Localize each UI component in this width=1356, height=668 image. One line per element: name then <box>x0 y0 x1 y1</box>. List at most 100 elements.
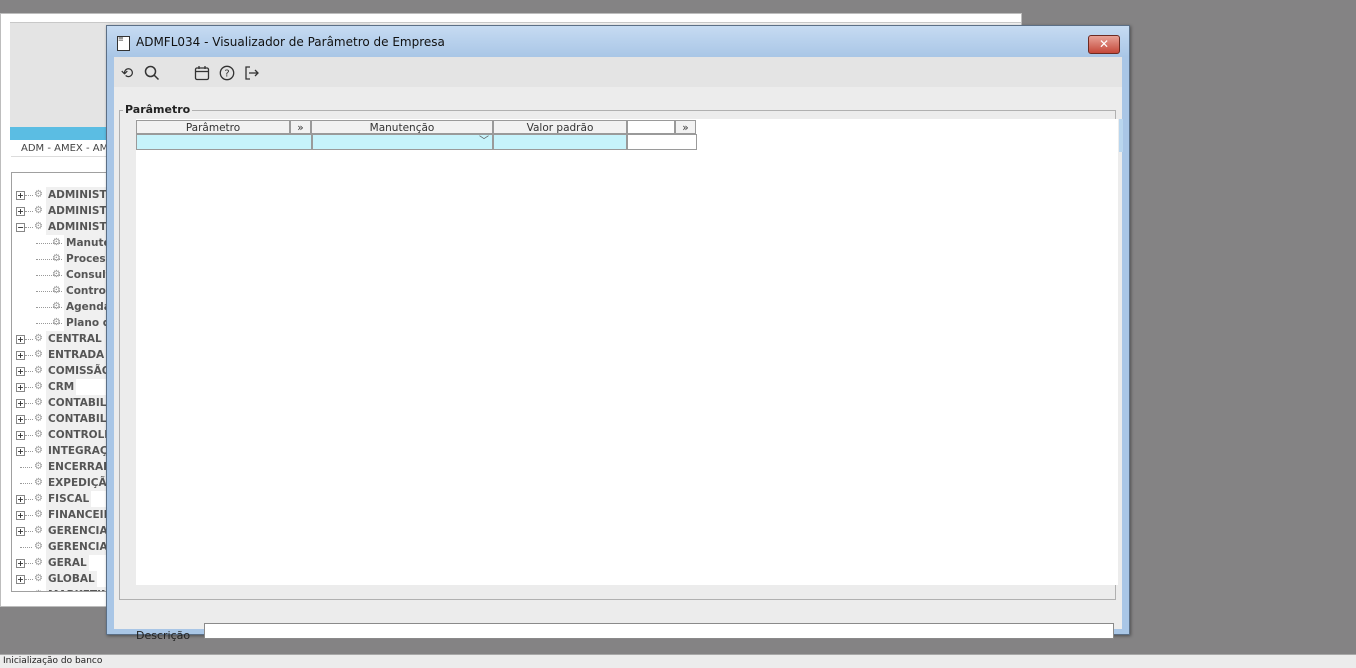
expand-icon[interactable]: + <box>16 495 25 504</box>
tree-connector <box>25 419 33 420</box>
tree-connector <box>25 339 33 340</box>
tree-connector <box>25 371 33 372</box>
gear-icon: ⚙ <box>52 237 61 248</box>
gear-icon: ⚙ <box>34 205 43 216</box>
column-header-manutencao[interactable]: Manutenção <box>311 120 493 134</box>
gear-icon: ⚙ <box>34 541 43 552</box>
tree-connector <box>25 403 33 404</box>
collapse-icon[interactable]: − <box>16 223 25 232</box>
exit-button[interactable] <box>242 63 262 83</box>
tree-connector <box>20 467 32 468</box>
search-button[interactable] <box>142 63 162 83</box>
expand-icon[interactable]: + <box>16 399 25 408</box>
gear-icon: ⚙ <box>34 590 44 592</box>
tree-connector <box>25 563 33 564</box>
gear-icon: ⚙ <box>52 269 61 280</box>
exit-icon <box>245 66 259 80</box>
gear-icon: ⚙ <box>34 221 43 232</box>
tree-item-label: CONTROLE <box>46 427 114 443</box>
dialog-client: ⟲ ? Parâmetro Parâmetro » Manutenção Val… <box>114 57 1123 642</box>
grid-scroll-strip <box>1119 119 1123 152</box>
gear-icon: ⚙ <box>34 349 43 360</box>
expand-icon[interactable]: + <box>16 351 25 360</box>
help-button[interactable]: ? <box>217 63 237 83</box>
description-label: Descrição <box>136 629 191 642</box>
column-expand-button-right[interactable]: » <box>675 120 696 134</box>
tree-item-label: COMISSÃO <box>46 363 113 379</box>
tree-connector <box>25 515 33 516</box>
tree-item-label: GERAL <box>46 555 89 571</box>
tree-connector <box>25 211 33 212</box>
parameter-grid[interactable]: Parâmetro » Manutenção Valor padrão » ﹀ <box>136 119 1118 585</box>
tree-item-label: FISCAL <box>46 491 92 507</box>
search-icon <box>144 65 160 81</box>
dialog-title: ADMFL034 - Visualizador de Parâmetro de … <box>136 35 445 49</box>
toolbar: ⟲ ? <box>114 57 1122 87</box>
expand-icon[interactable]: + <box>16 527 25 536</box>
expand-icon[interactable]: + <box>16 559 25 568</box>
gear-icon: ⚙ <box>34 461 43 472</box>
column-header-parametro[interactable]: Parâmetro <box>136 120 290 134</box>
column-expand-button[interactable]: » <box>290 120 311 134</box>
tree-item-label: CONTABILI <box>46 411 113 427</box>
parameter-viewer-dialog: ≡ ADMFL034 - Visualizador de Parâmetro d… <box>106 25 1130 642</box>
gear-icon: ⚙ <box>34 381 43 392</box>
gear-icon: ⚙ <box>34 525 43 536</box>
expand-icon[interactable]: + <box>16 367 25 376</box>
expand-icon[interactable]: + <box>16 511 25 520</box>
gear-icon: ⚙ <box>34 509 43 520</box>
tree-item-label: ENTRADA <box>46 347 107 363</box>
cell-parametro[interactable] <box>136 134 312 150</box>
gear-icon: ⚙ <box>34 477 43 488</box>
tree-connector <box>25 451 33 452</box>
expand-icon[interactable]: + <box>16 383 25 392</box>
help-icon: ? <box>219 65 235 81</box>
status-bar: Inicialização do banco <box>0 654 1356 668</box>
description-field[interactable] <box>204 623 1114 639</box>
refresh-icon: ⟲ <box>120 64 134 82</box>
expand-icon[interactable]: + <box>16 575 25 584</box>
cell-valor-padrao[interactable] <box>493 134 627 150</box>
tree-connector <box>25 195 33 196</box>
column-header-valor-padrao[interactable]: Valor padrão <box>493 120 627 134</box>
title-bar[interactable]: ≡ ADMFL034 - Visualizador de Parâmetro d… <box>107 26 1129 57</box>
gear-icon: ⚙ <box>34 365 43 376</box>
close-button[interactable]: ✕ <box>1088 35 1120 54</box>
column-header-extra[interactable] <box>627 120 675 134</box>
tree-connector <box>25 499 33 500</box>
tree-item-label: GLOBAL <box>46 571 97 587</box>
expand-icon[interactable]: + <box>16 207 25 216</box>
cell-manutencao-dropdown[interactable]: ﹀ <box>312 134 493 150</box>
gear-icon: ⚙ <box>34 557 43 568</box>
gear-icon: ⚙ <box>34 333 43 344</box>
gear-icon: ⚙ <box>34 189 43 200</box>
gear-icon: ⚙ <box>34 397 43 408</box>
expand-icon[interactable]: + <box>16 335 25 344</box>
chevron-down-icon: ﹀ <box>479 136 489 147</box>
parameter-group: Parâmetro Parâmetro » Manutenção Valor p… <box>119 103 1123 600</box>
gear-icon: ⚙ <box>34 573 43 584</box>
tree-item-label: CONTABILI <box>46 395 113 411</box>
gear-icon: ⚙ <box>34 429 43 440</box>
svg-text:?: ? <box>224 69 229 80</box>
expand-icon[interactable]: + <box>16 447 25 456</box>
gear-icon: ⚙ <box>34 413 43 424</box>
cell-extra[interactable] <box>627 134 697 150</box>
expand-icon[interactable]: + <box>16 191 25 200</box>
refresh-button[interactable]: ⟲ <box>117 63 137 83</box>
calendar-button[interactable] <box>192 63 212 83</box>
tree-connector <box>25 579 33 580</box>
tree-connector <box>25 435 33 436</box>
expand-icon[interactable]: + <box>16 591 25 592</box>
gear-icon: ⚙ <box>34 493 43 504</box>
gear-icon: ⚙ <box>52 285 61 296</box>
tree-item-label: CRM <box>46 379 77 395</box>
calendar-icon <box>194 66 210 81</box>
tree-connector <box>25 355 33 356</box>
tree-connector <box>20 483 32 484</box>
document-icon: ≡ <box>117 36 130 51</box>
expand-icon[interactable]: + <box>16 415 25 424</box>
tree-connector <box>20 547 32 548</box>
expand-icon[interactable]: + <box>16 431 25 440</box>
close-icon: ✕ <box>1098 37 1110 51</box>
